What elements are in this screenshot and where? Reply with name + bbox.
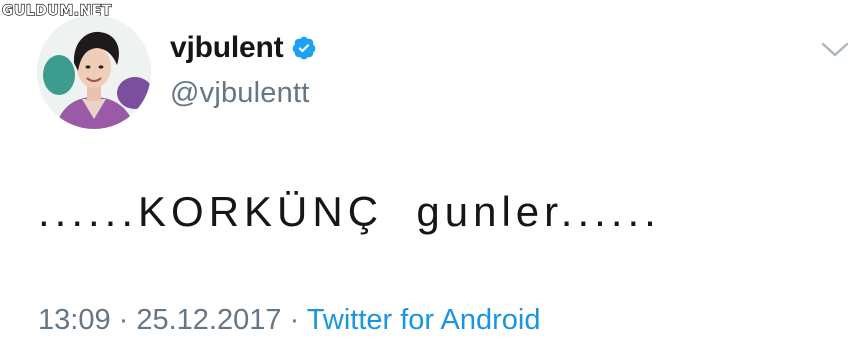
user-handle[interactable]: @vjbulentt (170, 77, 317, 110)
tweet-header: vjbulent @vjbulentt (170, 31, 317, 110)
tweet-time[interactable]: 13:09 (38, 304, 111, 336)
tweet-text: ......KORKÜNÇ gunler...... (38, 188, 661, 235)
verified-badge-icon (291, 35, 317, 61)
chevron-down-icon[interactable] (820, 40, 850, 60)
tweet-meta: 13:09 · 25.12.2017 · Twitter for Android (38, 304, 540, 337)
name-row: vjbulent (170, 31, 317, 65)
meta-separator: · (281, 304, 307, 336)
meta-separator: · (110, 304, 137, 336)
display-name[interactable]: vjbulent (170, 31, 284, 65)
avatar[interactable] (37, 15, 151, 129)
tweet-date[interactable]: 25.12.2017 (136, 304, 281, 336)
tweet-source-link[interactable]: Twitter for Android (307, 304, 541, 336)
